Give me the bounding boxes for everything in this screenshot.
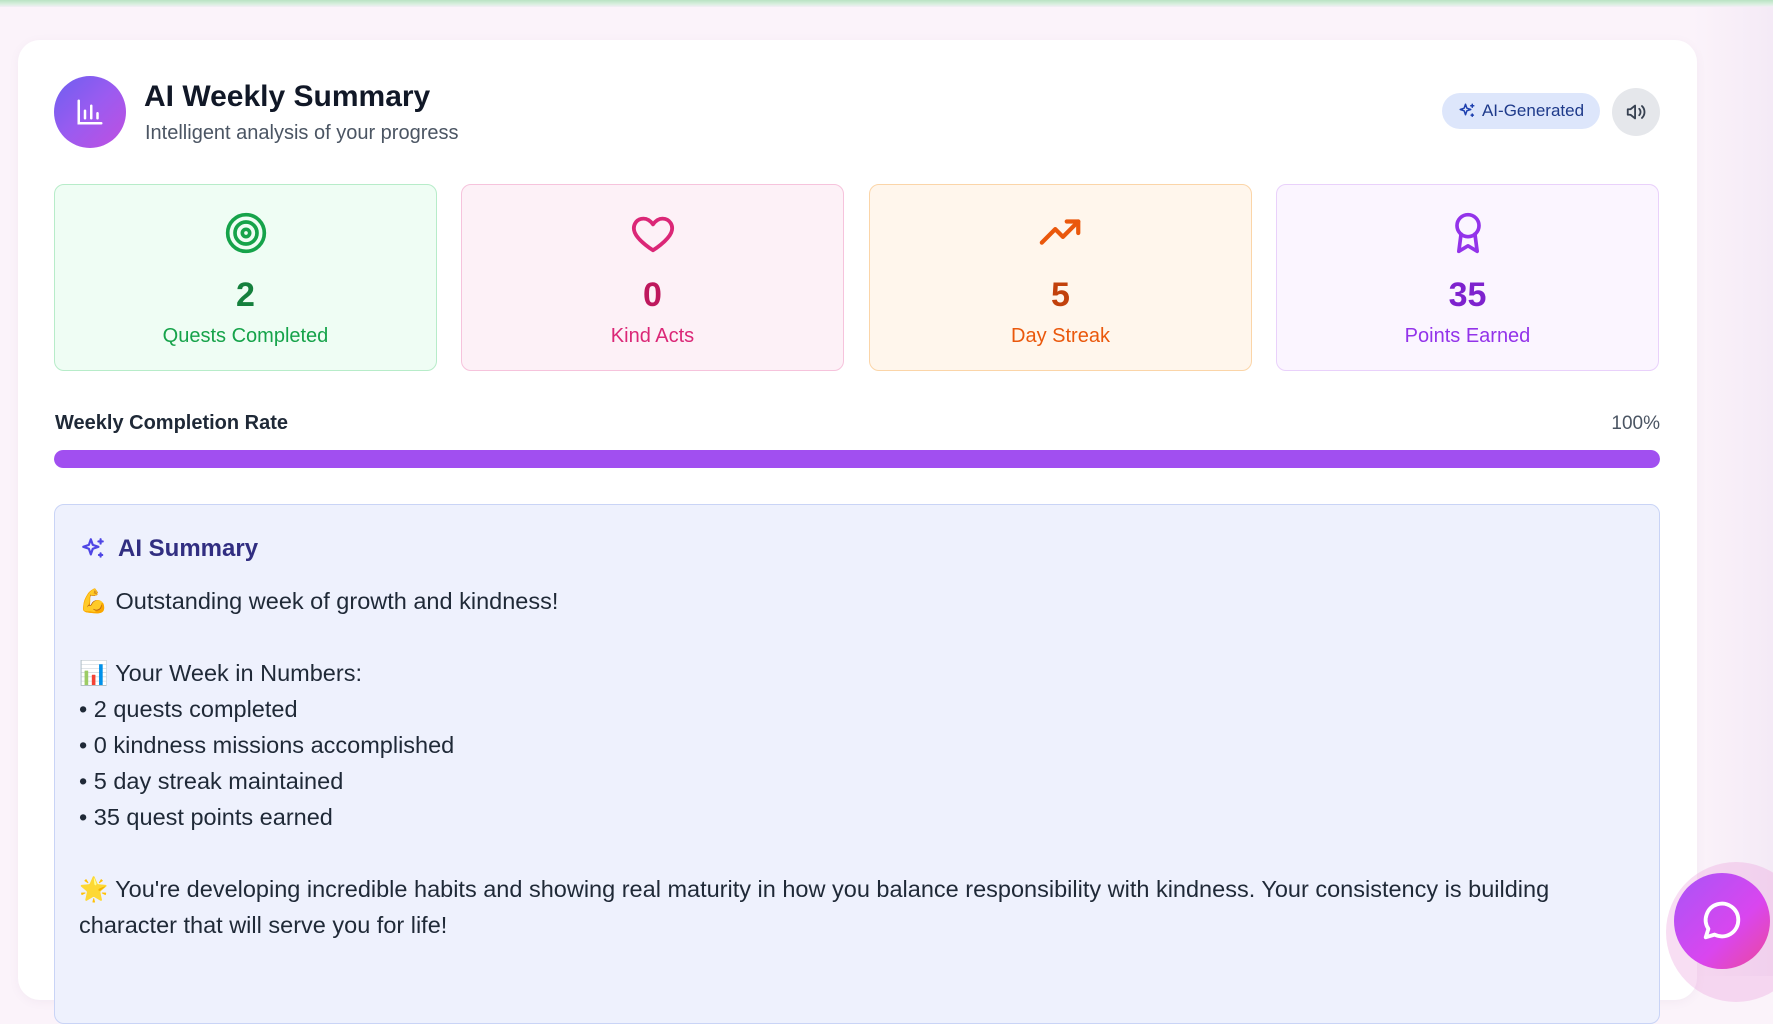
completion-rate-value: 100% [1611, 413, 1660, 434]
chat-button[interactable] [1674, 873, 1770, 969]
read-aloud-button[interactable] [1612, 88, 1660, 136]
stat-label: Kind Acts [610, 325, 695, 347]
stat-value: 35 [1448, 276, 1487, 314]
completion-progress-fill [54, 450, 1660, 468]
target-icon [225, 212, 266, 254]
page-subtitle: Intelligent analysis of your progress [145, 122, 459, 144]
sparkles-icon [1459, 103, 1475, 117]
stat-label: Points Earned [1404, 325, 1531, 347]
bar-chart-emoji-icon: 📊 [79, 659, 109, 687]
stat-quests-completed: 2 Quests Completed [54, 184, 437, 371]
summary-closing: You're developing incredible habits and … [79, 876, 1550, 938]
summary-bullet: • 5 day streak maintained [79, 768, 344, 794]
stat-day-streak: 5 Day Streak [869, 184, 1252, 371]
summary-intro-line: 💪 Outstanding week of growth and kindnes… [79, 583, 1639, 619]
ai-summary-text: 💪 Outstanding week of growth and kindnes… [79, 583, 1639, 943]
stat-label: Quests Completed [162, 325, 329, 347]
summary-intro: Outstanding week of growth and kindness! [115, 588, 559, 614]
stat-value: 2 [236, 276, 255, 314]
summary-numbers-heading: Your Week in Numbers: [115, 660, 362, 686]
heart-icon [631, 216, 674, 253]
ai-generated-badge: AI-Generated [1442, 93, 1600, 129]
ai-generated-label: AI-Generated [1481, 101, 1585, 120]
ai-summary-title: AI Summary [118, 535, 259, 562]
summary-numbers-heading-line: 📊 Your Week in Numbers: [79, 655, 1639, 691]
sparkles-icon [82, 538, 104, 558]
sun-icon: 🌟 [79, 875, 109, 903]
stat-kind-acts: 0 Kind Acts [461, 184, 844, 371]
speaker-icon [1626, 104, 1646, 120]
summary-bullet: • 2 quests completed [79, 696, 298, 722]
stat-label: Day Streak [1011, 325, 1110, 347]
top-strip [0, 0, 1773, 7]
ai-summary-panel: AI Summary 💪 Outstanding week of growth … [54, 504, 1660, 1024]
stat-value: 0 [643, 276, 662, 314]
completion-progress-bar [54, 450, 1660, 468]
chat-bubble-icon [1703, 901, 1741, 940]
bar-chart-icon [54, 76, 126, 148]
summary-closing-line: 🌟 You're developing incredible habits an… [79, 871, 1639, 943]
stat-value: 5 [1051, 276, 1070, 314]
weekly-summary-card: AI Weekly Summary Intelligent analysis o… [18, 40, 1697, 1024]
stat-points-earned: 35 Points Earned [1276, 184, 1659, 371]
page-edge [1693, 7, 1773, 976]
summary-bullet: • 35 quest points earned [79, 804, 333, 830]
summary-bullet: • 0 kindness missions accomplished [79, 732, 455, 758]
page-title: AI Weekly Summary [144, 80, 431, 113]
completion-rate-label: Weekly Completion Rate [55, 412, 289, 434]
award-icon [1454, 212, 1481, 254]
trending-up-icon [1039, 219, 1080, 245]
flexed-biceps-icon: 💪 [79, 587, 109, 615]
